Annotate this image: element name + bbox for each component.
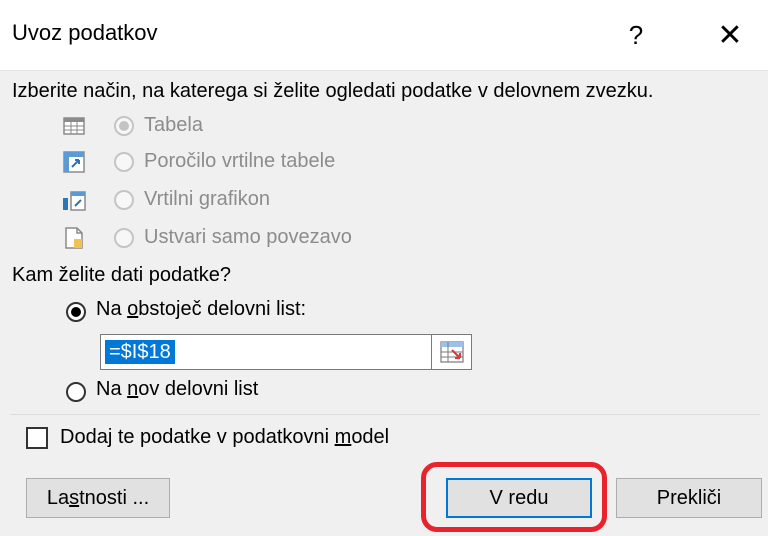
option-table-label: Tabela: [144, 114, 203, 136]
range-picker-icon: [440, 341, 464, 363]
separator: [10, 414, 760, 415]
pivot-table-icon: [63, 151, 85, 173]
close-button[interactable]: ✕: [706, 12, 754, 58]
radio-connection-only[interactable]: [114, 228, 134, 248]
import-data-dialog: Uvoz podatkov ? ✕ Izberite način, na kat…: [0, 0, 768, 536]
option-pivot-table-label: Poročilo vrtilne tabele: [144, 150, 336, 172]
help-button[interactable]: ?: [612, 12, 660, 58]
dialog-title: Uvoz podatkov: [12, 20, 158, 45]
radio-new-sheet[interactable]: [66, 382, 86, 402]
existing-sheet-label: Na obstoječ delovni list:: [96, 298, 307, 320]
data-model-checkbox[interactable]: [26, 427, 48, 449]
range-input[interactable]: =$I$18: [100, 334, 432, 370]
option-pivot-chart-label: Vrtilni grafikon: [144, 188, 270, 210]
new-sheet-label: Na nov delovni list: [96, 378, 259, 400]
option-connection-only-label: Ustvari samo povezavo: [144, 226, 352, 248]
radio-pivot-chart[interactable]: [114, 190, 134, 210]
cancel-button[interactable]: Prekliči: [616, 478, 762, 518]
pivot-chart-icon: [63, 191, 86, 211]
location-prompt: Kam želite dati podatke?: [12, 264, 232, 286]
radio-table[interactable]: [114, 116, 134, 136]
radio-pivot-table[interactable]: [114, 152, 134, 172]
title-bar: Uvoz podatkov ? ✕: [0, 0, 768, 71]
table-icon: [63, 117, 85, 135]
data-model-label: Dodaj te podatke v podatkovni model: [60, 426, 390, 448]
properties-button[interactable]: La s tnosti ...: [26, 478, 170, 518]
connection-only-icon: [65, 227, 83, 249]
radio-existing-sheet[interactable]: [66, 302, 86, 322]
range-input-value: =$I$18: [105, 340, 175, 364]
range-selector-button[interactable]: [432, 334, 472, 370]
view-prompt: Izberite način, na katerega si želite og…: [12, 80, 654, 102]
highlight-annotation: [421, 462, 607, 532]
